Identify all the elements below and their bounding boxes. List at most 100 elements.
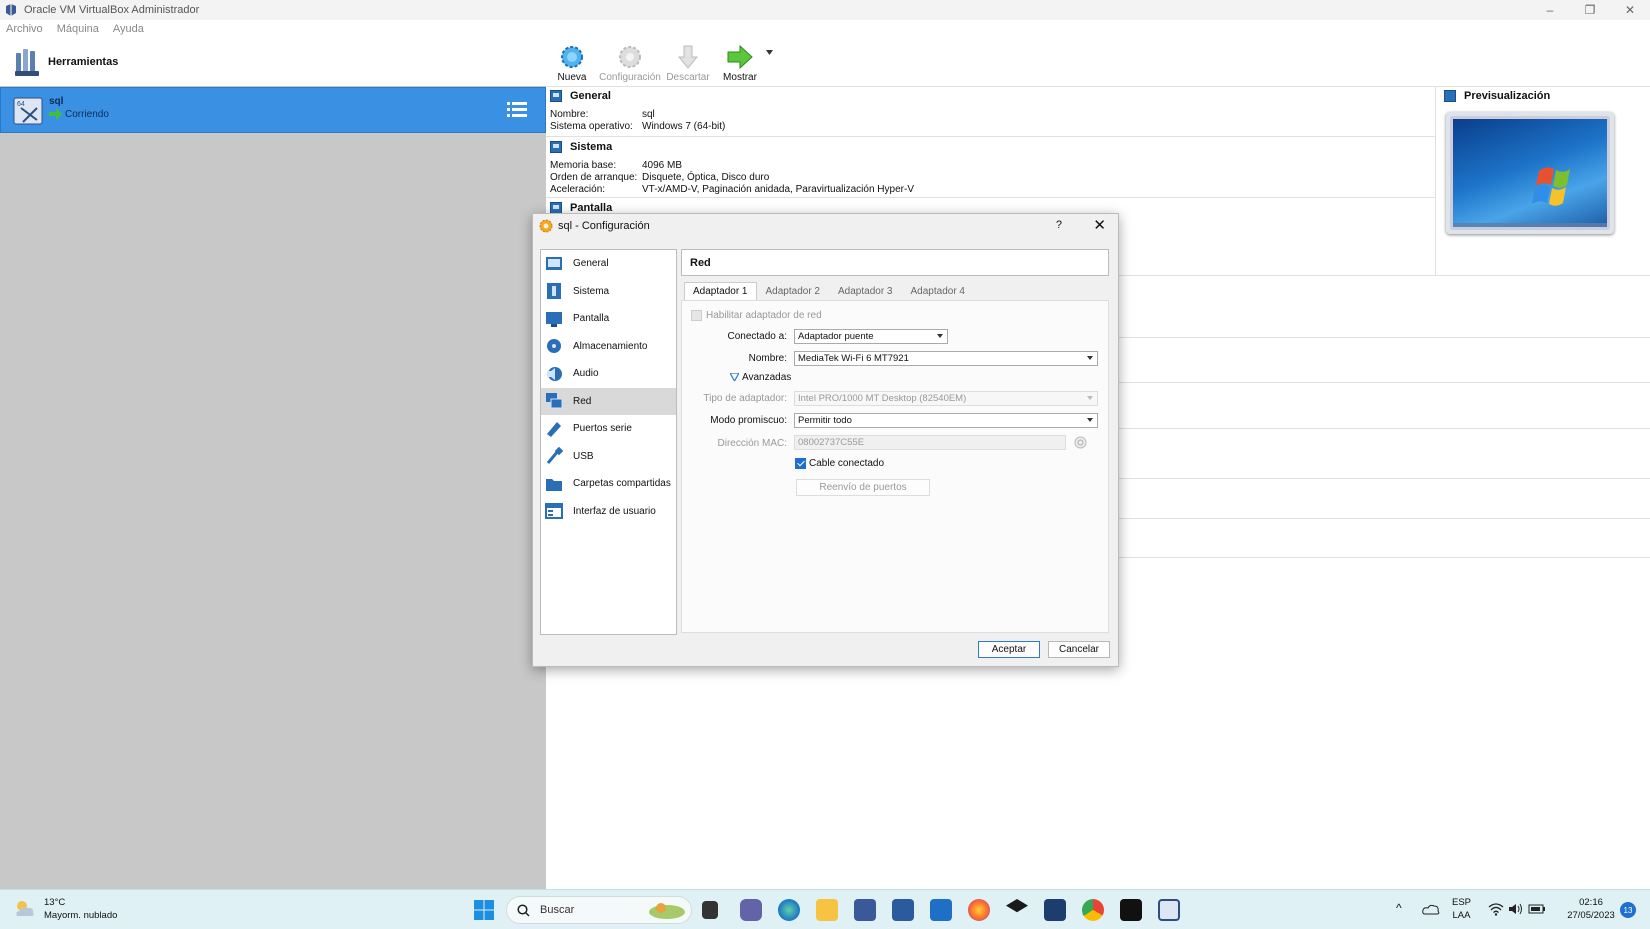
attached-select[interactable]: Adaptador puente <box>794 329 948 344</box>
cancel-button[interactable]: Cancelar <box>1048 641 1110 658</box>
close-button[interactable]: ✕ <box>1610 0 1650 20</box>
virtualbox-taskbar-icon[interactable] <box>854 899 876 921</box>
adapter-name-select[interactable]: MediaTek Wi-Fi 6 MT7921 <box>794 351 1098 366</box>
restore-button[interactable]: ❐ <box>1570 0 1610 20</box>
cloud-icon <box>16 901 34 916</box>
nav-general[interactable]: General <box>541 250 676 278</box>
vm-state: Corriendo <box>65 109 109 120</box>
preview-screen[interactable] <box>1450 116 1610 230</box>
file-explorer-icon[interactable] <box>816 899 838 921</box>
clock-date: 27/05/2023 <box>1567 910 1615 921</box>
list-menu-icon[interactable] <box>507 100 527 120</box>
terminal-icon[interactable] <box>1120 899 1142 921</box>
tab-adaptador-3[interactable]: Adaptador 3 <box>829 282 902 300</box>
taskbar-search[interactable]: Buscar <box>506 896 692 924</box>
nav-usb[interactable]: USB <box>541 443 676 471</box>
discard-button[interactable]: Descartar <box>662 38 714 86</box>
nav-sistema[interactable]: Sistema <box>541 278 676 306</box>
window-title: Oracle VM VirtualBox Administrador <box>24 4 200 16</box>
tab-adaptador-2[interactable]: Adaptador 2 <box>757 282 830 300</box>
shared-folder-icon <box>545 475 563 493</box>
settings-button[interactable]: Configuración <box>598 38 662 86</box>
general-icon <box>550 90 562 102</box>
promisc-select[interactable]: Permitir todo <box>794 413 1098 428</box>
nav-puertos-serie[interactable]: Puertos serie <box>541 415 676 443</box>
windows-start-icon[interactable] <box>473 899 495 921</box>
tab-adaptador-4[interactable]: Adaptador 4 <box>902 282 975 300</box>
adapter-type-select[interactable]: Intel PRO/1000 MT Desktop (82540EM) <box>794 391 1098 406</box>
enable-adapter-checkbox[interactable] <box>691 310 702 321</box>
help-button[interactable]: ? <box>1056 219 1062 231</box>
section-divider <box>1119 478 1650 479</box>
minimize-button[interactable]: – <box>1530 0 1570 20</box>
user-interface-icon <box>545 502 563 520</box>
language-code: ESP <box>1452 897 1472 908</box>
vm-name: sql <box>49 96 64 107</box>
enable-adapter-label: Habilitar adaptador de red <box>706 310 822 321</box>
storage-icon <box>545 337 563 355</box>
vm-list-item[interactable]: 64 sql Corriendo <box>0 87 546 133</box>
show-dropdown-arrow[interactable] <box>766 38 778 86</box>
advanced-toggle[interactable]: Avanzadas <box>742 372 791 383</box>
weather-widget[interactable]: 13°C Mayorm. nublado <box>14 896 117 922</box>
serial-port-icon <box>545 420 563 438</box>
dialog-close-icon[interactable]: ✕ <box>1093 216 1106 234</box>
cable-connected-checkbox[interactable] <box>795 458 806 469</box>
section-divider <box>1119 337 1650 338</box>
nav-red[interactable]: Red <box>541 387 676 415</box>
refresh-mac-icon[interactable] <box>1074 436 1087 449</box>
adapter-panel: Habilitar adaptador de red Conectado a: … <box>681 300 1109 633</box>
section-divider <box>546 136 1435 137</box>
vm-window-icon[interactable] <box>1158 899 1180 921</box>
discard-arrow-icon <box>677 45 699 69</box>
nav-label: Red <box>573 395 592 407</box>
nav-label: Almacenamiento <box>573 340 648 352</box>
mail-icon[interactable] <box>930 899 952 921</box>
language-indicator[interactable]: ESP LAA <box>1452 896 1471 922</box>
accept-button[interactable]: Aceptar <box>978 641 1040 658</box>
menu-archivo[interactable]: Archivo <box>6 23 43 35</box>
chrome-icon[interactable] <box>1082 899 1104 921</box>
nav-interfaz-usuario[interactable]: Interfaz de usuario <box>541 498 676 526</box>
nav-pantalla[interactable]: Pantalla <box>541 305 676 333</box>
tab-adaptador-1[interactable]: Adaptador 1 <box>684 282 757 300</box>
nav-almacenamiento[interactable]: Almacenamiento <box>541 333 676 361</box>
store-icon[interactable] <box>892 899 914 921</box>
task-view-icon[interactable] <box>702 901 718 919</box>
preview-header[interactable]: Previsualización <box>1444 90 1550 102</box>
nav-carpetas-compartidas[interactable]: Carpetas compartidas <box>541 470 676 498</box>
battery-icon[interactable] <box>1528 903 1546 915</box>
adapter-tabs: Adaptador 1 Adaptador 2 Adaptador 3 Adap… <box>684 282 974 300</box>
nav-audio[interactable]: Audio <box>541 360 676 388</box>
menu-ayuda[interactable]: Ayuda <box>113 23 144 35</box>
system-icon <box>550 141 562 153</box>
clock[interactable]: 02:16 27/05/2023 <box>1556 896 1626 922</box>
name-key: Nombre: <box>550 109 589 120</box>
expand-triangle-icon[interactable] <box>730 373 739 381</box>
teams-chat-icon[interactable] <box>740 899 762 921</box>
dropbox-icon[interactable] <box>1006 899 1028 913</box>
chevron-up-icon[interactable]: ^ <box>1396 902 1402 915</box>
running-arrow-icon <box>49 108 62 120</box>
menu-maquina[interactable]: Máquina <box>57 23 99 35</box>
accel-value: VT-x/AMD-V, Paginación anidada, Paravirt… <box>642 184 914 195</box>
firefox-icon[interactable] <box>968 899 990 921</box>
keyboard-layout: LAA <box>1452 910 1471 921</box>
general-header[interactable]: General <box>550 90 725 102</box>
edge-icon[interactable] <box>778 899 800 921</box>
new-button[interactable]: Nueva <box>546 38 598 86</box>
tools-row[interactable]: Herramientas <box>0 38 546 86</box>
ssms-icon[interactable] <box>1044 899 1066 921</box>
system-header[interactable]: Sistema <box>550 141 914 153</box>
wifi-icon[interactable] <box>1488 902 1504 916</box>
show-button[interactable]: Mostrar <box>714 38 766 86</box>
notification-badge[interactable]: 13 <box>1620 902 1636 918</box>
weather-desc: Mayorm. nublado <box>44 910 118 921</box>
nav-label: Interfaz de usuario <box>573 505 656 517</box>
port-forwarding-button[interactable]: Reenvío de puertos <box>796 479 930 496</box>
onedrive-cloud-icon[interactable] <box>1422 903 1440 915</box>
memory-key: Memoria base: <box>550 160 617 171</box>
mac-input[interactable]: 08002737C55E <box>794 435 1066 450</box>
volume-icon[interactable] <box>1508 902 1524 916</box>
section-divider <box>1119 428 1650 429</box>
